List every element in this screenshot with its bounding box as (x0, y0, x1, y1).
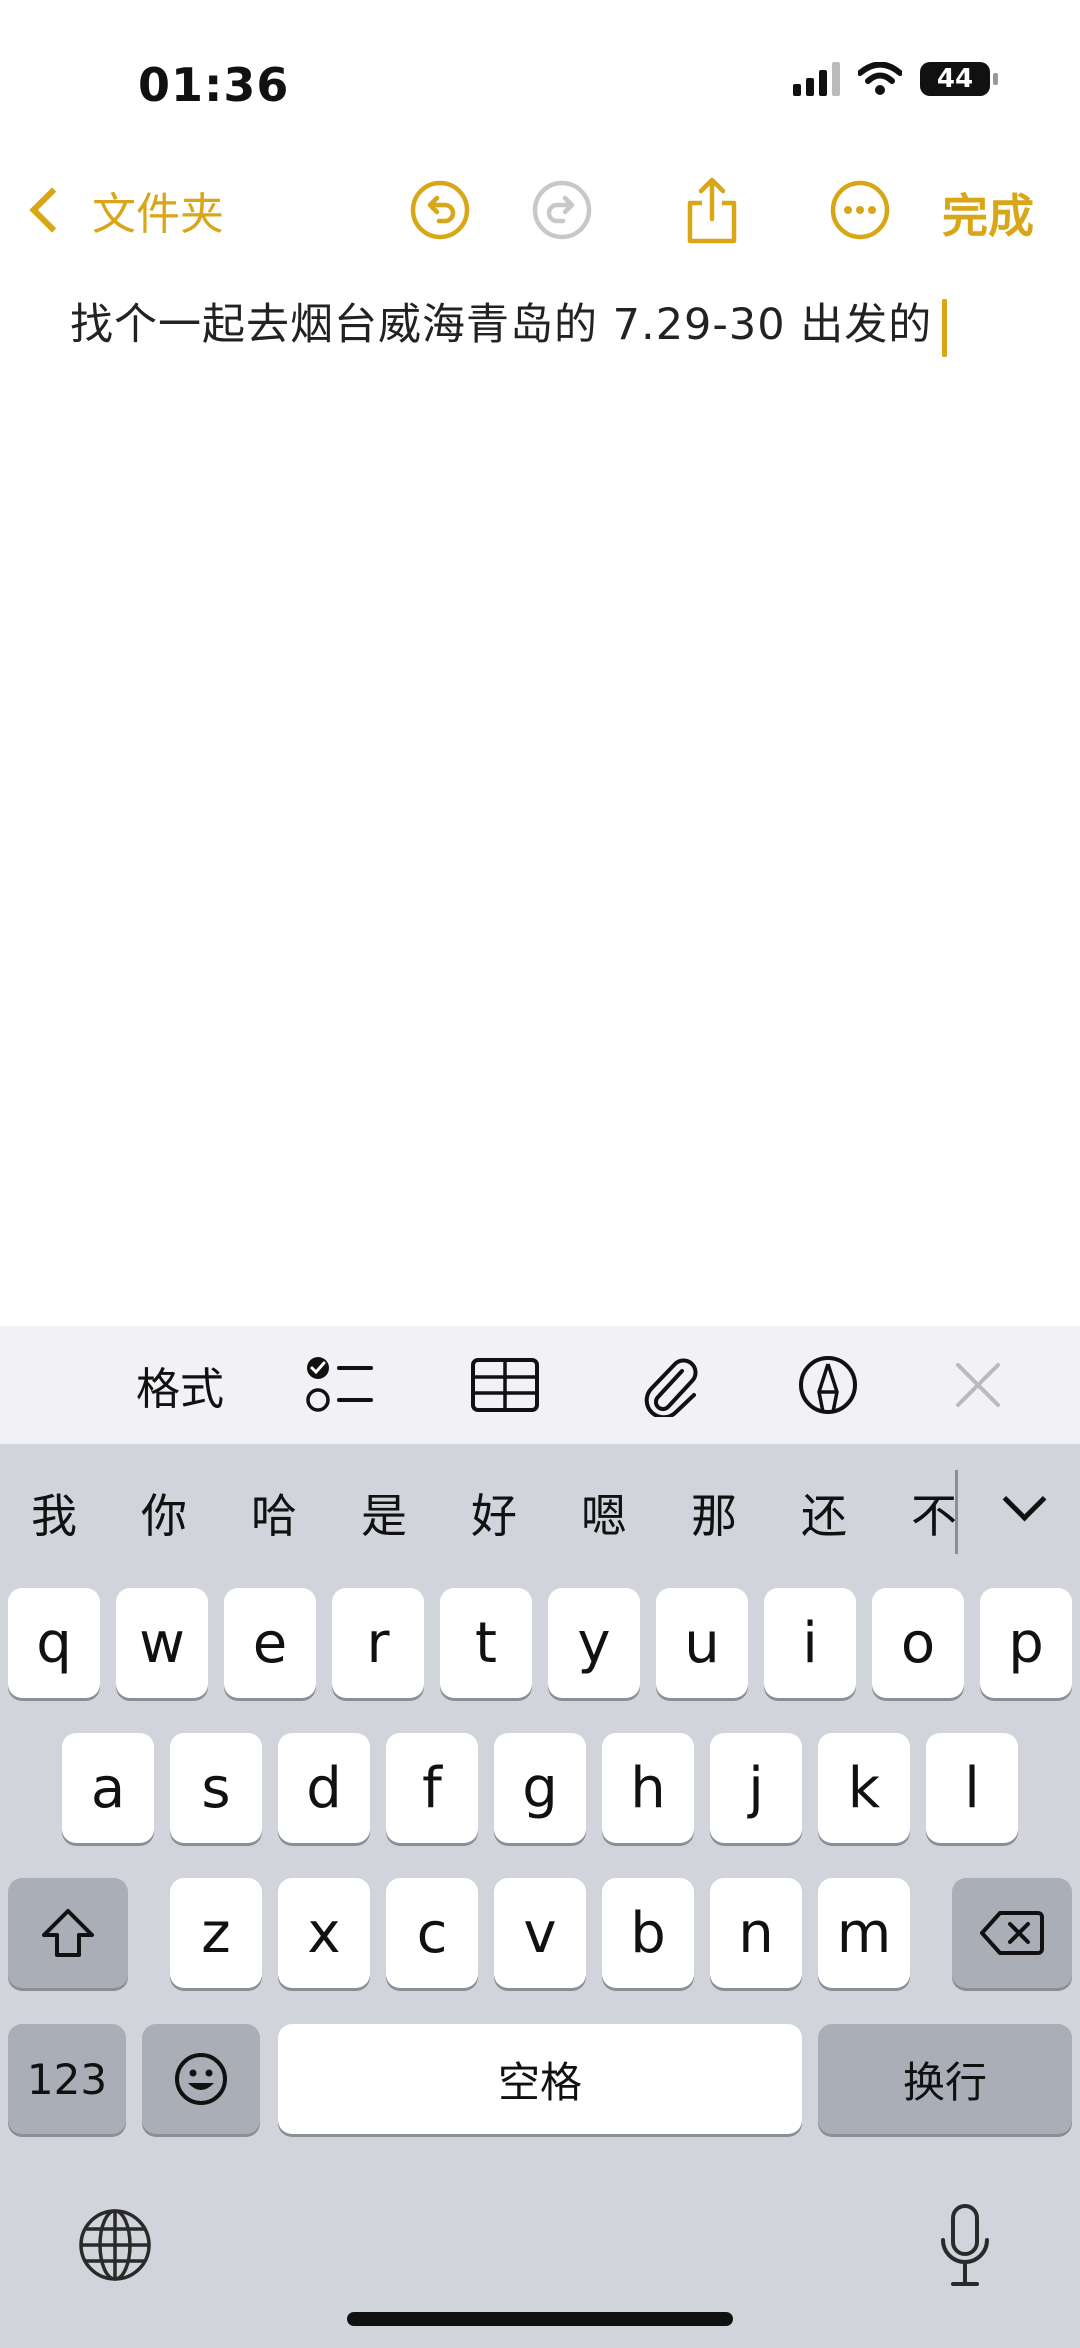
pen-tip-icon (799, 1356, 857, 1414)
format-button[interactable]: 格式 (100, 1326, 260, 1444)
share-button[interactable] (672, 170, 752, 250)
key-j[interactable]: j (710, 1733, 802, 1843)
note-body[interactable]: 找个一起去烟台威海青岛的 7.29-30 出发的 (70, 290, 948, 357)
key-n[interactable]: n (710, 1878, 802, 1988)
key-i[interactable]: i (764, 1588, 856, 1698)
numbers-key[interactable]: 123 (8, 2024, 126, 2134)
cellular-signal-icon (793, 62, 840, 96)
key-t[interactable]: t (440, 1588, 532, 1698)
shift-arrow-icon (42, 1909, 94, 1957)
close-toolbar-button[interactable] (928, 1326, 1028, 1444)
backspace-icon (980, 1911, 1044, 1955)
wifi-icon (858, 62, 902, 95)
key-f[interactable]: f (386, 1733, 478, 1843)
share-icon (687, 177, 737, 244)
key-k[interactable]: k (818, 1733, 910, 1843)
space-key[interactable]: 空格 (278, 2024, 802, 2134)
attachment-button[interactable] (620, 1326, 720, 1444)
candidate-word[interactable]: 那 (674, 1480, 754, 1546)
key-u[interactable]: u (656, 1588, 748, 1698)
note-text: 找个一起去烟台威海青岛的 7.29-30 出发的 (70, 300, 933, 350)
redo-icon (532, 180, 592, 240)
text-cursor (942, 298, 948, 357)
emoji-smiley-icon (175, 2053, 227, 2105)
candidate-word[interactable]: 你 (124, 1480, 204, 1546)
microphone-icon (941, 2204, 989, 2286)
paperclip-icon (644, 1358, 698, 1417)
key-o[interactable]: o (872, 1588, 964, 1698)
candidate-word[interactable]: 我 (14, 1480, 94, 1546)
redo-button[interactable] (522, 170, 602, 250)
key-g[interactable]: g (494, 1733, 586, 1843)
delete-key[interactable] (952, 1878, 1072, 1988)
key-d[interactable]: d (278, 1733, 370, 1843)
return-key[interactable]: 换行 (818, 2024, 1072, 2134)
key-c[interactable]: c (386, 1878, 478, 1988)
candidate-word[interactable]: 不 (894, 1480, 974, 1546)
key-p[interactable]: p (980, 1588, 1072, 1698)
key-s[interactable]: s (170, 1733, 262, 1843)
back-to-folders-button[interactable]: 文件夹 (20, 178, 224, 242)
home-indicator (347, 2312, 733, 2326)
key-a[interactable]: a (62, 1733, 154, 1843)
key-x[interactable]: x (278, 1878, 370, 1988)
more-options-button[interactable] (820, 170, 900, 250)
checklist-button[interactable] (290, 1326, 390, 1444)
chevron-left-icon (29, 187, 75, 233)
table-icon (471, 1358, 539, 1412)
key-m[interactable]: m (818, 1878, 910, 1988)
close-icon (956, 1363, 1000, 1407)
status-time: 01:36 (138, 58, 290, 112)
back-label: 文件夹 (92, 189, 224, 240)
more-icon (830, 180, 890, 240)
key-y[interactable]: y (548, 1588, 640, 1698)
candidate-word[interactable]: 是 (344, 1480, 424, 1546)
candidate-word[interactable]: 好 (454, 1480, 534, 1546)
candidate-word[interactable]: 哈 (234, 1480, 314, 1546)
globe-icon (79, 2209, 151, 2281)
key-h[interactable]: h (602, 1733, 694, 1843)
candidate-word[interactable]: 嗯 (564, 1480, 644, 1546)
key-e[interactable]: e (224, 1588, 316, 1698)
emoji-key[interactable] (142, 2024, 260, 2134)
key-v[interactable]: v (494, 1878, 586, 1988)
checklist-icon (306, 1357, 373, 1412)
shift-key[interactable] (8, 1878, 128, 1988)
status-icons: 44 (793, 62, 998, 96)
dictation-button[interactable] (920, 2192, 1010, 2302)
key-z[interactable]: z (170, 1878, 262, 1988)
key-q[interactable]: q (8, 1588, 100, 1698)
candidate-divider (955, 1470, 958, 1554)
key-l[interactable]: l (926, 1733, 1018, 1843)
table-button[interactable] (455, 1326, 555, 1444)
markup-button[interactable] (778, 1326, 878, 1444)
done-button[interactable]: 完成 (942, 180, 1034, 246)
key-r[interactable]: r (332, 1588, 424, 1698)
candidate-word[interactable]: 还 (784, 1480, 864, 1546)
key-b[interactable]: b (602, 1878, 694, 1988)
battery-icon: 44 (920, 62, 998, 96)
undo-icon (410, 180, 470, 240)
switch-language-button[interactable] (70, 2200, 160, 2290)
undo-button[interactable] (400, 170, 480, 250)
key-w[interactable]: w (116, 1588, 208, 1698)
